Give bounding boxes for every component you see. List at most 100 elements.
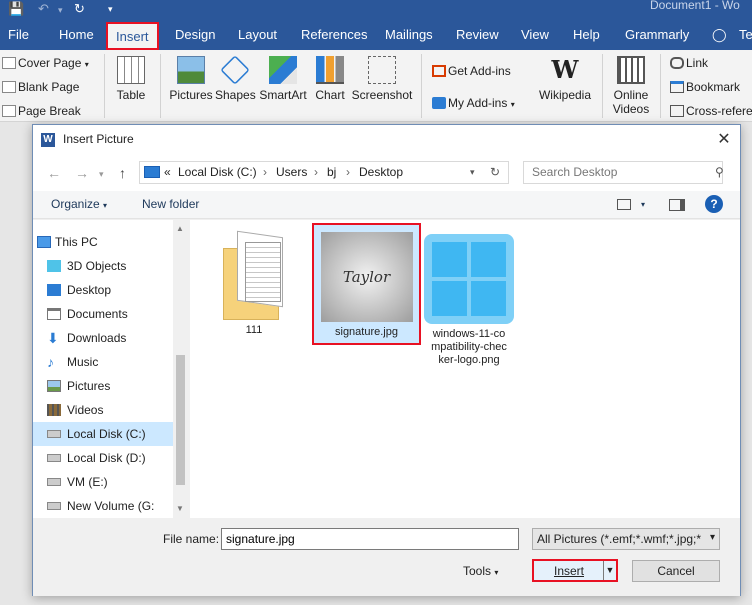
save-icon[interactable]: 💾 <box>8 1 24 17</box>
tools-button[interactable]: Tools ▾ <box>463 564 498 578</box>
scrollbar-thumb[interactable] <box>176 355 185 485</box>
online-videos-button[interactable]: Online Videos <box>609 56 653 116</box>
blank-page-label: Blank Page <box>18 80 80 94</box>
tree-item-3d-objects[interactable]: 3D Objects <box>33 254 173 278</box>
download-icon: ⬇ <box>47 330 59 346</box>
table-button[interactable]: Table <box>112 56 150 102</box>
search-input[interactable]: Search Desktop <box>523 161 723 184</box>
tree-item-pictures[interactable]: Pictures <box>33 374 173 398</box>
pictures-button[interactable]: Pictures <box>168 56 214 102</box>
my-addins-label: My Add-ins <box>448 96 508 110</box>
file-name: signature.jpg <box>314 326 419 339</box>
tree-item-downloads[interactable]: ⬇ Downloads <box>33 326 173 350</box>
organize-button[interactable]: Organize ▾ <box>51 197 107 211</box>
back-arrow-icon[interactable]: ← <box>47 165 61 181</box>
breadcrumb-desktop[interactable]: Desktop <box>359 165 403 179</box>
tree-item-vm-e[interactable]: VM (E:) <box>33 470 173 494</box>
customize-toolbar-icon[interactable]: ▾ <box>108 4 113 15</box>
redo-icon[interactable]: ↻ <box>74 1 85 17</box>
scroll-down-icon[interactable]: ▼ <box>176 504 184 513</box>
tree-item-videos[interactable]: Videos <box>33 398 173 422</box>
smartart-button[interactable]: SmartArt <box>258 56 308 102</box>
breadcrumb-bj[interactable]: bj <box>327 165 336 179</box>
bookmark-button[interactable]: Bookmark <box>670 80 740 94</box>
tree-item-desktop[interactable]: Desktop <box>33 278 173 302</box>
smartart-label: SmartArt <box>259 88 307 102</box>
get-addins-button[interactable]: Get Add-ins <box>432 64 511 78</box>
tree-item-music[interactable]: ♪ Music <box>33 350 173 374</box>
refresh-icon[interactable]: ↻ <box>490 165 500 179</box>
tree-item-new-volume-g[interactable]: New Volume (G: <box>33 494 173 518</box>
tree-item-label: Desktop <box>67 283 112 297</box>
dialog-footer: File name: All Pictures (*.emf;*.wmf;*.j… <box>33 518 740 596</box>
view-dropdown-icon[interactable]: ▾ <box>641 200 645 209</box>
tab-file[interactable]: File <box>8 20 29 50</box>
cover-page-icon <box>2 57 16 69</box>
tab-references[interactable]: References <box>301 20 367 50</box>
tab-review[interactable]: Review <box>456 20 499 50</box>
cover-page-button[interactable]: Cover Page ▾ <box>2 56 89 70</box>
shapes-icon <box>220 55 250 85</box>
word-icon: W <box>41 133 55 147</box>
link-button[interactable]: Link <box>670 56 708 70</box>
tab-help[interactable]: Help <box>573 20 600 50</box>
close-icon: ✕ <box>717 131 731 148</box>
insert-button[interactable]: Insert ▼ <box>532 559 618 582</box>
file-item[interactable]: windows-11-co mpatibility-chec ker-logo.… <box>422 234 516 367</box>
recent-locations-icon[interactable]: ▾ <box>99 169 104 180</box>
shapes-button[interactable]: Shapes <box>215 55 256 102</box>
tab-mailings[interactable]: Mailings <box>385 20 433 50</box>
file-item-selected[interactable]: Taylor signature.jpg <box>312 223 421 345</box>
tree-item-documents[interactable]: Documents <box>33 302 173 326</box>
tree-scrollbar[interactable]: ▲ ▼ <box>173 220 188 518</box>
close-button[interactable]: ✕ <box>713 129 735 151</box>
up-arrow-icon[interactable]: ↑ <box>119 165 126 181</box>
my-addins-button[interactable]: My Add-ins ▾ <box>432 96 515 110</box>
help-icon[interactable]: ? <box>705 195 723 213</box>
folder-item[interactable]: 111 <box>218 230 290 337</box>
breadcrumb-local-disk[interactable]: Local Disk (C:) <box>178 165 257 179</box>
folder-icon <box>223 230 285 320</box>
new-folder-button[interactable]: New folder <box>142 197 199 211</box>
desktop-icon <box>47 284 61 296</box>
address-bar[interactable]: « Local Disk (C:) › Users › bj › Desktop… <box>139 161 509 184</box>
chart-icon <box>316 56 344 84</box>
preview-pane-icon[interactable] <box>669 199 685 211</box>
cross-reference-button[interactable]: Cross-refere <box>670 104 752 118</box>
chart-button[interactable]: Chart <box>312 56 348 102</box>
cancel-button[interactable]: Cancel <box>632 560 720 582</box>
page-break-button[interactable]: Page Break <box>2 104 81 118</box>
forward-arrow-icon[interactable]: → <box>75 165 89 181</box>
insert-dropdown-icon[interactable]: ▼ <box>603 561 616 580</box>
tree-item-local-disk-c[interactable]: Local Disk (C:) <box>33 422 173 446</box>
tab-insert[interactable]: Insert <box>106 22 159 50</box>
tab-layout[interactable]: Layout <box>238 20 277 50</box>
tab-home[interactable]: Home <box>59 20 94 50</box>
breadcrumb-separator-icon[interactable]: › <box>263 165 267 179</box>
file-list: 111 Taylor signature.jpg windows-11-co m… <box>190 220 740 518</box>
address-dropdown-icon[interactable]: ▾ <box>470 167 475 178</box>
scroll-up-icon[interactable]: ▲ <box>176 224 184 233</box>
undo-icon[interactable]: ↶ <box>38 1 49 17</box>
breadcrumb-separator-icon[interactable]: › <box>346 165 350 179</box>
wikipedia-button[interactable]: W Wikipedia <box>536 56 594 103</box>
undo-dropdown-icon[interactable]: ▾ <box>58 5 63 16</box>
breadcrumb-separator-icon[interactable]: › <box>314 165 318 179</box>
insert-label: Insert <box>554 564 585 578</box>
screenshot-button[interactable]: Screenshot <box>351 56 413 102</box>
tree-item-local-disk-d[interactable]: Local Disk (D:) <box>33 446 173 470</box>
breadcrumb-users[interactable]: Users <box>276 165 307 179</box>
tab-design[interactable]: Design <box>175 20 215 50</box>
tree-item-this-pc[interactable]: This PC <box>33 230 173 254</box>
screenshot-label: Screenshot <box>351 88 413 102</box>
file-type-select[interactable]: All Pictures (*.emf;*.wmf;*.jpg;* ▾ <box>532 528 720 550</box>
lightbulb-icon[interactable]: ◯ <box>712 20 727 50</box>
view-options-icon[interactable] <box>617 199 631 210</box>
tab-tell-me[interactable]: Te <box>739 20 752 50</box>
tab-grammarly[interactable]: Grammarly <box>625 20 689 50</box>
search-icon[interactable]: ⚲ <box>715 165 724 179</box>
file-name-input[interactable] <box>221 528 519 550</box>
tab-view[interactable]: View <box>521 20 549 50</box>
file-name: 111 <box>245 324 263 336</box>
blank-page-button[interactable]: Blank Page <box>2 80 79 94</box>
